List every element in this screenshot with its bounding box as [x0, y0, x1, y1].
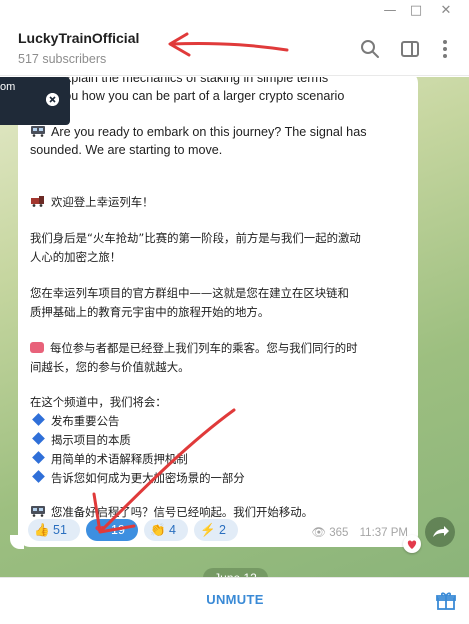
message-line: 每位参与者都是已经登上我们列车的乘客。您与我们同行的时	[30, 339, 358, 358]
zh-title: 欢迎登上幸运列车！	[30, 193, 154, 212]
heart-icon: ❤	[94, 523, 106, 537]
chat-header[interactable]: LuckyTrainOfficial 517 subscribers	[0, 22, 469, 76]
reaction-clap[interactable]: 👏 4	[144, 519, 188, 541]
notification-toast[interactable]: om	[0, 77, 70, 125]
diamond-icon	[32, 470, 45, 483]
minimize-icon[interactable]: —	[378, 2, 402, 20]
date-separator: June 12	[203, 568, 268, 577]
diamond-icon	[32, 451, 45, 464]
lightning-icon: ⚡	[200, 523, 216, 537]
gift-icon[interactable]	[435, 590, 457, 612]
window-titlebar: — □ ✕	[0, 0, 469, 22]
message-line: you how you can be part of a larger cryp…	[58, 89, 345, 103]
reaction-lightning[interactable]: ⚡ 2	[194, 519, 238, 541]
reaction-thumbs-up[interactable]: 👍 51	[28, 519, 80, 541]
diamond-icon	[32, 413, 45, 426]
message-line: explain the mechanics of staking in simp…	[58, 77, 329, 85]
reaction-heart[interactable]: ❤ 19	[86, 519, 138, 541]
list-item: 告诉您如何成为更大加密场景的一部分	[30, 469, 245, 488]
message-meta: 👁 365 11:37 PM	[311, 525, 408, 539]
channel-title: LuckyTrainOfficial	[18, 30, 140, 46]
reaction-badge[interactable]	[403, 535, 421, 553]
list-item: 用简单的术语解释质押机制	[30, 450, 188, 469]
eye-icon: 👁	[311, 527, 327, 539]
message-line: 人心的加密之旅！	[30, 250, 122, 264]
message-bubble[interactable]: explain the mechanics of staking in simp…	[18, 77, 418, 547]
list-item: 揭示项目的本质	[30, 431, 131, 450]
maximize-icon[interactable]: □	[404, 2, 428, 20]
message-line: 质押基础上的教育元宇宙中的旅程开始的地方。	[30, 305, 270, 319]
list-item: 发布重要公告	[30, 412, 119, 431]
heart-icon	[407, 540, 417, 549]
message-line: 间越长，您的参与价值就越大。	[30, 360, 190, 374]
message-line: 我们身后是“火车抢劫”比赛的第一阶段，前方是与我们一起的激动	[30, 231, 361, 245]
sidebar-toggle-icon[interactable]	[399, 38, 421, 60]
more-menu-icon[interactable]	[434, 38, 456, 60]
train-icon	[31, 126, 45, 137]
ticket-icon	[30, 342, 44, 353]
message-line: 在这个频道中，我们将会：	[30, 395, 167, 409]
message-time: 11:37 PM	[359, 527, 408, 539]
close-window-icon[interactable]: ✕	[434, 2, 458, 20]
bottom-bar: UNMUTE	[0, 577, 469, 624]
toast-text: om	[0, 81, 16, 93]
clap-icon: 👏	[150, 523, 166, 537]
message-line: 您在幸运列车项目的官方群组中——这就是您在建立在区块链和	[30, 286, 349, 300]
search-icon[interactable]	[359, 38, 381, 60]
message-line: sounded. We are starting to move.	[30, 143, 223, 157]
locomotive-icon	[31, 196, 44, 207]
chat-area[interactable]: explain the mechanics of staking in simp…	[0, 77, 469, 577]
subscriber-count: 517 subscribers	[18, 52, 107, 66]
unmute-button[interactable]: UNMUTE	[185, 592, 285, 610]
diamond-icon	[32, 432, 45, 445]
share-icon[interactable]	[425, 517, 455, 547]
bubble-tail	[10, 535, 24, 549]
thumbs-up-icon: 👍	[34, 523, 50, 537]
view-count: 365	[329, 527, 349, 539]
close-icon[interactable]	[46, 93, 59, 106]
message-line: Are you ready to embark on this journey?…	[30, 123, 367, 141]
train-icon	[31, 506, 45, 517]
